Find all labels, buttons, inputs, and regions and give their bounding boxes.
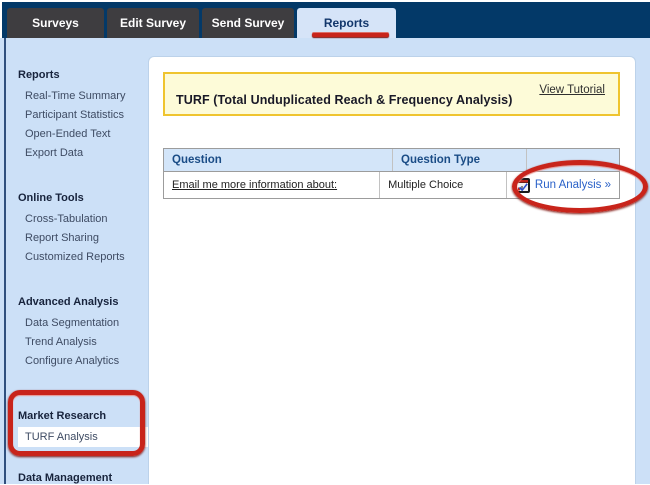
sidebar-item-open-ended-text[interactable]: Open-Ended Text — [10, 125, 148, 144]
questions-table: Question Question Type Email me more inf… — [163, 148, 620, 199]
run-analysis-icon[interactable] — [515, 178, 530, 193]
app-window: Surveys Edit Survey Send Survey Reports … — [0, 0, 650, 484]
turf-title-banner: TURF (Total Unduplicated Reach & Frequen… — [163, 72, 620, 116]
sidebar-header-data-management: Data Management — [10, 471, 148, 485]
column-header-question: Question — [164, 149, 393, 171]
nav-tabs: Surveys Edit Survey Send Survey Reports — [7, 8, 396, 38]
sidebar-header-online-tools: Online Tools — [10, 191, 148, 205]
sidebar-section-advanced-analysis: Advanced Analysis Data Segmentation Tren… — [10, 295, 148, 371]
question-type-value: Multiple Choice — [380, 172, 507, 198]
sidebar-item-turf-analysis[interactable]: TURF Analysis — [18, 427, 148, 447]
window-left-border — [4, 38, 6, 484]
column-header-question-type: Question Type — [393, 149, 527, 171]
sidebar-section-data-management: Data Management — [10, 471, 148, 485]
tab-send-survey[interactable]: Send Survey — [202, 8, 294, 38]
table-row: Email me more information about: Multipl… — [164, 172, 619, 198]
sidebar-item-configure-analytics[interactable]: Configure Analytics — [10, 352, 148, 371]
sidebar-header-market-research: Market Research — [10, 409, 148, 423]
sidebar-section-reports: Reports Real-Time Summary Participant St… — [10, 68, 148, 163]
tab-reports[interactable]: Reports — [297, 8, 396, 38]
main-content-panel: TURF (Total Unduplicated Reach & Frequen… — [148, 56, 636, 484]
sidebar-item-real-time-summary[interactable]: Real-Time Summary — [10, 87, 148, 106]
table-header-row: Question Question Type — [164, 149, 619, 172]
tab-surveys[interactable]: Surveys — [7, 8, 104, 38]
column-header-action — [527, 149, 619, 171]
sidebar-section-market-research: Market Research TURF Analysis — [10, 409, 148, 447]
run-analysis-link[interactable]: Run Analysis » — [535, 179, 611, 191]
sidebar-item-trend-analysis[interactable]: Trend Analysis — [10, 333, 148, 352]
sidebar-item-cross-tabulation[interactable]: Cross-Tabulation — [10, 210, 148, 229]
sidebar-item-participant-statistics[interactable]: Participant Statistics — [10, 106, 148, 125]
sidebar-item-customized-reports[interactable]: Customized Reports — [10, 248, 148, 267]
top-nav-bar: Surveys Edit Survey Send Survey Reports — [2, 2, 650, 38]
sidebar: Reports Real-Time Summary Participant St… — [10, 68, 148, 485]
sidebar-header-reports: Reports — [10, 68, 148, 82]
tab-edit-survey[interactable]: Edit Survey — [107, 8, 199, 38]
sidebar-item-data-segmentation[interactable]: Data Segmentation — [10, 314, 148, 333]
sidebar-item-report-sharing[interactable]: Report Sharing — [10, 229, 148, 248]
sidebar-item-export-data[interactable]: Export Data — [10, 144, 148, 163]
view-tutorial-link[interactable]: View Tutorial — [539, 84, 605, 96]
question-link[interactable]: Email me more information about: — [172, 179, 337, 191]
sidebar-header-advanced-analysis: Advanced Analysis — [10, 295, 148, 309]
page-title: TURF (Total Unduplicated Reach & Frequen… — [176, 93, 513, 107]
sidebar-section-online-tools: Online Tools Cross-Tabulation Report Sha… — [10, 191, 148, 267]
